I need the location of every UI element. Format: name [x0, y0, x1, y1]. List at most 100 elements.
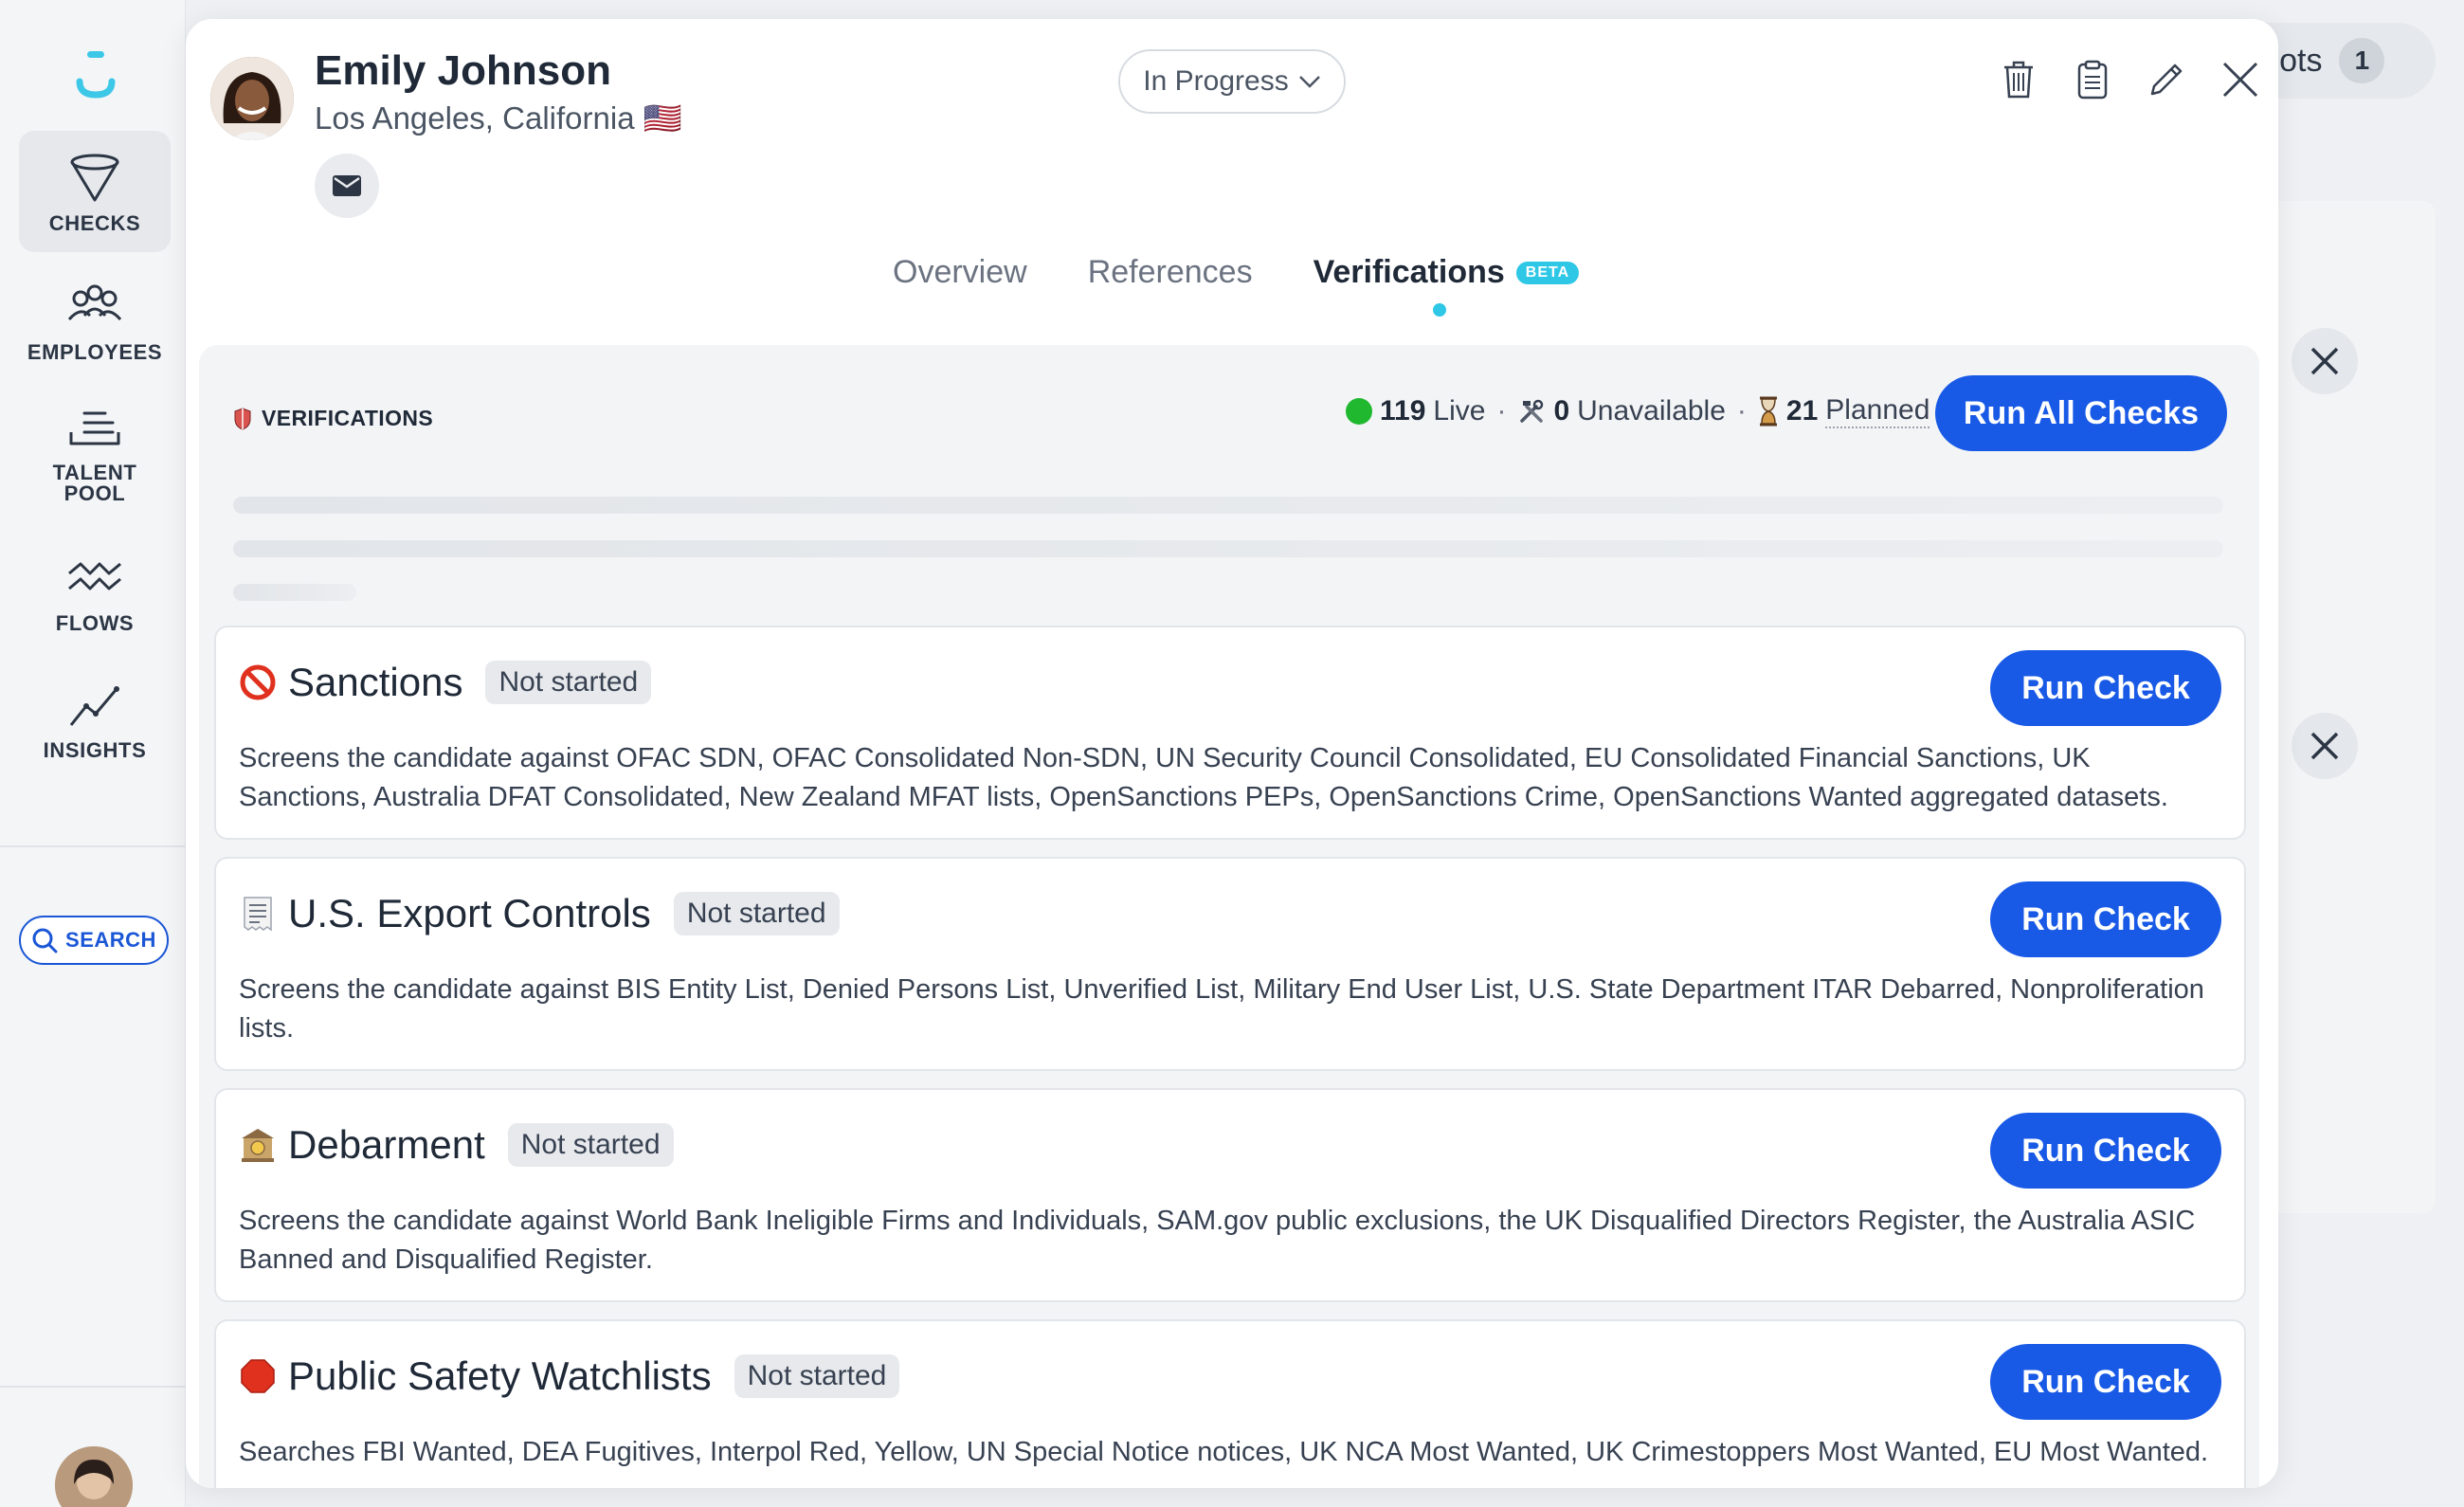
check-description: Searches FBI Wanted, DEA Fugitives, Inte… — [239, 1437, 2209, 1467]
check-card-debarment: Debarment Not started Run Check Screens … — [214, 1088, 2246, 1302]
x-logo-icon — [2292, 328, 2358, 394]
unavailable-label: Unavailable — [1577, 395, 1726, 427]
stop-sign-icon — [239, 1357, 277, 1395]
bank-icon — [239, 1126, 277, 1164]
sidebar-item-employees[interactable]: EMPLOYEES — [19, 260, 171, 381]
verification-stats: 119 Live · 0 Unavailable · 21 Planned — [1346, 394, 1930, 428]
email-button[interactable] — [315, 154, 379, 218]
clipboard-icon — [2077, 60, 2108, 100]
envelope-icon — [333, 175, 361, 196]
tab-bar: Overview References Verifications BETA — [893, 254, 1580, 291]
search-icon — [32, 928, 58, 953]
sidebar-item-label: EMPLOYEES — [27, 340, 163, 364]
live-count: 119 — [1380, 395, 1426, 427]
people-icon — [67, 284, 122, 321]
pencil-icon — [2150, 64, 2183, 96]
shield-icon — [234, 407, 251, 430]
tab-references[interactable]: References — [1088, 254, 1253, 291]
check-title: U.S. Export Controls — [288, 891, 651, 935]
location-text: Los Angeles, California — [315, 100, 635, 136]
copy-button[interactable] — [2070, 57, 2115, 102]
close-button[interactable] — [2218, 57, 2263, 102]
sidebar-item-checks[interactable]: CHECKS — [19, 131, 171, 252]
beta-badge: BETA — [1515, 261, 1580, 284]
status-value: In Progress — [1143, 65, 1289, 97]
check-title: Debarment — [288, 1122, 485, 1167]
check-card-header: Debarment Not started — [239, 1122, 674, 1168]
check-card-export-controls: U.S. Export Controls Not started Run Che… — [214, 857, 2246, 1071]
sidebar-item-label: FLOWS — [55, 611, 135, 635]
delete-button[interactable] — [1996, 57, 2041, 102]
prohibited-icon — [239, 663, 277, 701]
sidebar-item-label: INSIGHTS — [43, 738, 147, 762]
search-label: SEARCH — [65, 928, 156, 952]
loading-skeleton-line — [233, 497, 2223, 514]
tray-icon — [69, 411, 120, 445]
sidebar-divider — [0, 1386, 186, 1388]
user-avatar[interactable] — [55, 1446, 133, 1507]
trash-icon — [2004, 61, 2033, 99]
run-all-checks-button[interactable]: Run All Checks — [1935, 375, 2227, 451]
check-card-sanctions: Sanctions Not started Run Check Screens … — [214, 626, 2246, 840]
run-check-button[interactable]: Run Check — [1990, 881, 2221, 957]
x-logo-icon — [2292, 713, 2358, 779]
run-check-button[interactable]: Run Check — [1990, 1344, 2221, 1420]
sidebar-item-flows[interactable]: FLOWS — [19, 531, 171, 652]
active-tab-indicator — [1433, 303, 1446, 317]
candidate-name: Emily Johnson — [315, 47, 611, 94]
check-card-header: Public Safety Watchlists Not started — [239, 1353, 900, 1399]
tab-overview[interactable]: Overview — [893, 254, 1027, 291]
loading-skeleton-line — [233, 540, 2223, 557]
status-badge: Not started — [734, 1354, 900, 1398]
avatar-image — [55, 1446, 133, 1507]
unavailable-count: 0 — [1553, 395, 1570, 427]
background-pill-count: 1 — [2339, 38, 2385, 83]
app-logo[interactable] — [76, 47, 116, 100]
chevron-down-icon — [1298, 76, 1320, 88]
status-badge: Not started — [507, 1123, 674, 1167]
run-check-button[interactable]: Run Check — [1990, 650, 2221, 726]
status-badge: Not started — [673, 892, 840, 935]
check-description: Screens the candidate against World Bank… — [239, 1206, 2196, 1275]
run-check-button[interactable]: Run Check — [1990, 1113, 2221, 1189]
verifications-panel: VERIFICATIONS 119 Live · 0 Unavailable ·… — [199, 345, 2259, 1488]
tab-verifications[interactable]: Verifications — [1314, 254, 1505, 291]
candidate-photo — [210, 57, 294, 140]
funnel-icon — [70, 154, 119, 202]
sidebar-item-label: TALENT POOL — [52, 461, 137, 505]
sidebar-divider — [0, 845, 186, 847]
planned-label[interactable]: Planned — [1825, 394, 1930, 428]
sidebar: CHECKS EMPLOYEES TALENT POOL FLOWS INSIG… — [0, 0, 186, 1507]
check-title: Sanctions — [288, 660, 463, 704]
separator-dot: · — [1736, 395, 1747, 427]
sidebar-item-talent-pool[interactable]: TALENT POOL — [19, 390, 171, 512]
us-flag-icon: 🇺🇸 — [643, 100, 682, 136]
candidate-modal: Emily Johnson Los Angeles, California 🇺🇸… — [186, 19, 2278, 1488]
check-description: Screens the candidate against OFAC SDN, … — [239, 743, 2168, 812]
status-badge: Not started — [485, 661, 652, 704]
live-status-icon — [1346, 398, 1372, 425]
planned-count: 21 — [1785, 395, 1819, 427]
check-card-header: Sanctions Not started — [239, 660, 652, 705]
check-title: Public Safety Watchlists — [288, 1353, 712, 1398]
loading-skeleton-line — [233, 584, 356, 601]
chart-line-icon — [69, 686, 119, 726]
check-card-public-safety: Public Safety Watchlists Not started Run… — [214, 1319, 2246, 1488]
candidate-avatar — [210, 57, 294, 140]
check-description: Screens the candidate against BIS Entity… — [239, 974, 2204, 1044]
waves-icon — [68, 562, 121, 590]
sidebar-item-insights[interactable]: INSIGHTS — [19, 658, 171, 779]
verifications-heading: VERIFICATIONS — [233, 406, 433, 431]
candidate-location: Los Angeles, California 🇺🇸 — [315, 100, 682, 137]
hourglass-icon — [1759, 396, 1777, 427]
separator-dot: · — [1496, 395, 1507, 427]
status-dropdown[interactable]: In Progress — [1118, 49, 1346, 114]
verifications-title: VERIFICATIONS — [262, 406, 434, 430]
sidebar-item-label: CHECKS — [48, 211, 141, 235]
header-actions — [1996, 57, 2263, 102]
search-button[interactable]: SEARCH — [19, 916, 169, 965]
edit-button[interactable] — [2144, 57, 2189, 102]
live-label: Live — [1433, 395, 1486, 427]
check-card-header: U.S. Export Controls Not started — [239, 891, 840, 936]
tools-icon — [1520, 399, 1544, 423]
